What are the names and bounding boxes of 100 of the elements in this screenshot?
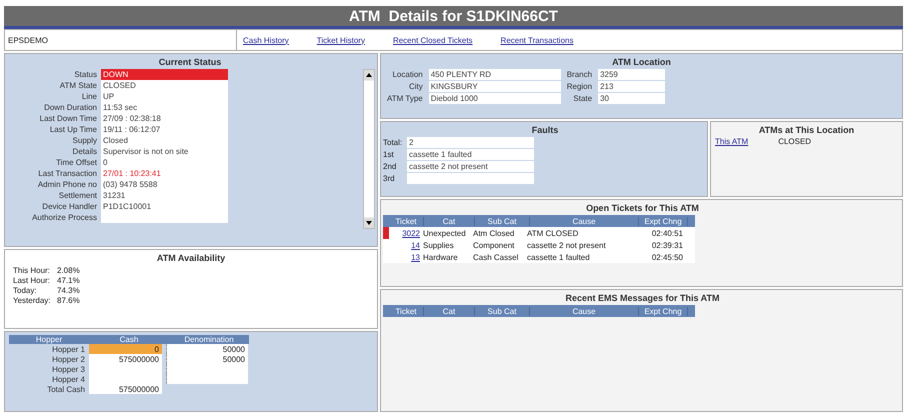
column-header: Hopper [34, 335, 64, 344]
scroll-down-icon[interactable] [364, 218, 374, 228]
field-label: Supply [72, 136, 98, 145]
field-label: ATM Type [387, 94, 424, 103]
fault-value: cassette 1 faulted [407, 149, 534, 160]
field-value: (03) 9478 5588 [101, 179, 228, 190]
field-label: Settlement [58, 191, 98, 200]
panel-title: ATMs at This Location [758, 124, 856, 137]
field-label: City [408, 82, 424, 91]
panel-title: Faults [530, 124, 560, 137]
field-label: Region [566, 82, 594, 91]
cash-cell: 0 [89, 344, 162, 354]
table-cell-text: Component [473, 240, 516, 250]
cash-cell: 575000000 [89, 384, 162, 394]
panel-title: Current Status [158, 56, 222, 69]
column-header: Cash [118, 335, 140, 344]
column-header: Expt Chng [639, 216, 688, 226]
column-header: Ticket [389, 216, 424, 226]
field-value: 27/01 : 10:23:41 [101, 168, 228, 179]
table-cell-text: ATM CLOSED [527, 228, 580, 238]
nav-link[interactable]: Recent Closed Tickets [392, 36, 473, 44]
column-header: Sub Cat [475, 216, 530, 226]
field-value: Diebold 1000 [428, 93, 561, 104]
field-value: 27/09 : 02:38:18 [101, 113, 228, 124]
table-cell-text: Supplies [423, 240, 455, 250]
fault-value: cassette 2 not present [407, 161, 534, 172]
cash-cell: 575000000 [89, 354, 162, 364]
fault-label: 2nd [383, 161, 398, 172]
field-label: Time Offset [55, 158, 98, 167]
field-label: State [572, 94, 594, 103]
availability-label: Last Hour: [13, 276, 51, 284]
table-cell-text: Cash Cassel [473, 252, 520, 262]
table-row[interactable]: 14 Supplies Component cassette 2 not present 02:39:31 [383, 239, 695, 251]
hopper-label: Hopper 3 [51, 364, 86, 374]
field-label: Details [72, 147, 98, 156]
column-header: Cat [424, 306, 475, 316]
availability-label: This Hour: [13, 266, 51, 274]
field-value: Supervisor is not on site [101, 146, 228, 157]
field-value: 0 [101, 157, 228, 168]
denomination-cell: 50000 [166, 354, 248, 364]
field-value: 3259 [598, 69, 666, 80]
column-header: Cause [530, 216, 639, 226]
ticket-link[interactable]: 3022 [389, 228, 423, 238]
table-row[interactable]: 13 Hardware Cash Cassel cassette 1 faulted 02:45:50 [383, 251, 695, 263]
table-cell-text: cassette 1 faulted [527, 252, 591, 262]
availability-value: 74.3% [57, 286, 80, 294]
scrollbar[interactable] [363, 69, 375, 229]
nav-link[interactable]: Ticket History [316, 36, 365, 44]
table-cell-text: 02:45:50 [650, 252, 683, 262]
field-label: Location [391, 70, 424, 79]
field-label: Last Up Time [48, 125, 98, 134]
column-header: Sub Cat [475, 306, 530, 316]
user-name: EPSDEMO [8, 36, 48, 44]
panel-title: ATM Availability [156, 252, 226, 265]
field-label: Last Down Time [38, 114, 98, 123]
field-label: Device Handler [41, 202, 98, 211]
field-value: UP [101, 91, 228, 102]
availability-value: 87.6% [57, 296, 80, 304]
field-value: 11:53 sec [101, 102, 228, 113]
field-value: Closed [101, 135, 228, 146]
scroll-thumb[interactable] [364, 81, 374, 217]
column-header: Cat [424, 216, 475, 226]
table-row[interactable]: 3022 Unexpected Atm Closed ATM CLOSED 02:40:51 [383, 227, 695, 239]
table-cell-text: 02:39:31 [650, 240, 683, 250]
table-cell-text: Unexpected [423, 228, 467, 238]
scroll-up-icon[interactable] [364, 70, 374, 80]
column-header: Denomination [183, 335, 235, 344]
window-title: ATM Details for S1DKIN66CT [349, 8, 558, 24]
availability-label: Today: [13, 286, 38, 294]
availability-label: Yesterday: [13, 296, 52, 304]
atm-link[interactable]: This ATM [715, 137, 748, 146]
table-cell-text: Hardware [423, 252, 459, 262]
field-value: 30 [598, 93, 666, 104]
ticket-link[interactable]: 14 [389, 240, 423, 250]
hopper-label: Hopper 2 [51, 354, 86, 364]
denomination-cell: 50000 [166, 344, 248, 354]
availability-value: 47.1% [57, 276, 80, 284]
atm-state: CLOSED [778, 137, 812, 146]
field-value: 19/11 : 06:12:07 [101, 124, 228, 135]
field-label: Authorize Process [31, 213, 98, 222]
field-value: CLOSED [101, 80, 228, 91]
ticket-link[interactable]: 13 [389, 252, 423, 262]
column-header: Cause [530, 306, 639, 316]
field-label: ATM State [58, 81, 98, 90]
field-label: Status [73, 70, 98, 79]
availability-value: 2.08% [57, 266, 80, 274]
hopper-label: Hopper 4 [51, 374, 86, 384]
field-value: P1D1C10001 [101, 201, 228, 212]
fault-value: 2 [407, 137, 534, 148]
field-label: Last Transaction [37, 169, 98, 178]
panel-title: Recent EMS Messages for This ATM [564, 292, 721, 305]
field-label: Admin Phone no [36, 180, 98, 189]
field-value: 213 [598, 81, 666, 92]
fault-label: 1st [383, 149, 395, 160]
panel-title: ATM Location [611, 56, 672, 69]
nav-link[interactable]: Recent Transactions [500, 36, 574, 44]
field-label: Down Duration [43, 103, 98, 112]
field-label: Line [80, 92, 98, 101]
nav-link[interactable]: Cash History [243, 36, 289, 44]
hopper-label: Hopper 1 [51, 344, 86, 354]
